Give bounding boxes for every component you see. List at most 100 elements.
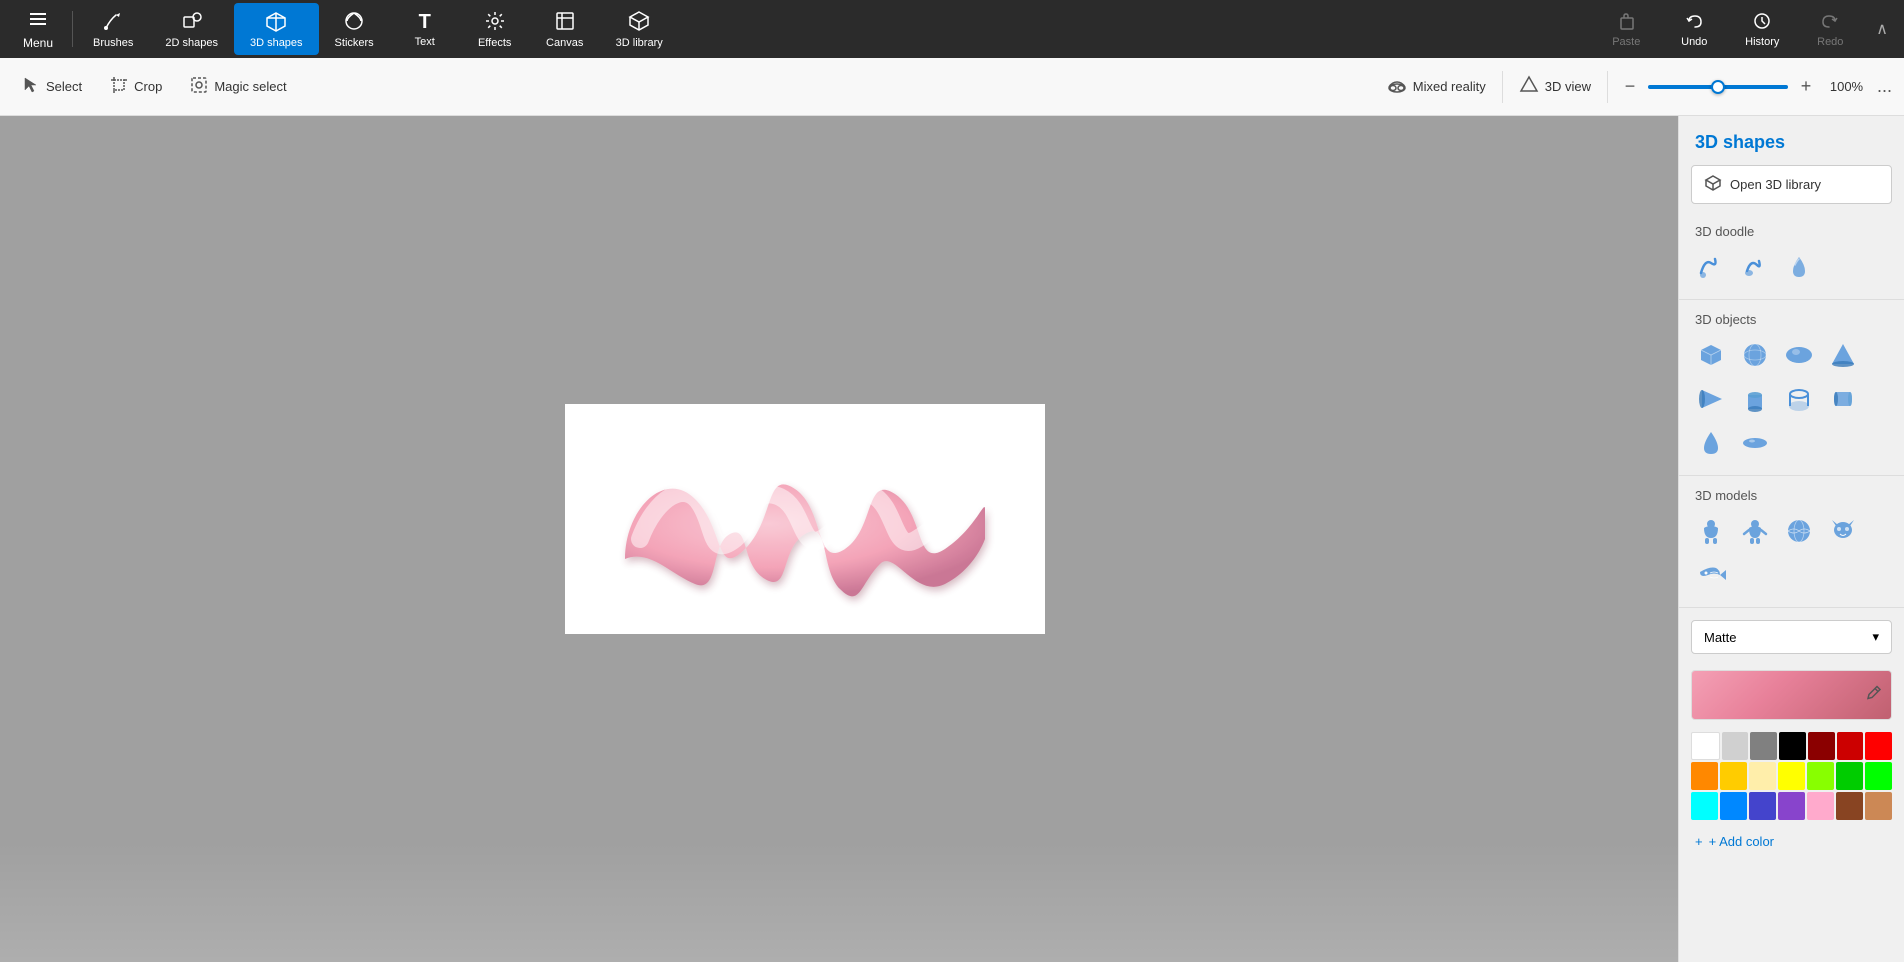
color-row-3 xyxy=(1691,792,1892,820)
doodle-shape-3[interactable] xyxy=(1779,247,1819,287)
color-white[interactable] xyxy=(1691,732,1720,760)
color-row-2 xyxy=(1691,762,1892,790)
objects-shapes-grid xyxy=(1679,331,1904,471)
select-icon xyxy=(22,76,40,97)
magic-select-tool[interactable]: Magic select xyxy=(176,65,300,109)
color-orange[interactable] xyxy=(1691,762,1718,790)
crop-tool[interactable]: Crop xyxy=(96,65,176,109)
object-drop[interactable] xyxy=(1691,423,1731,463)
toolbar-stickers[interactable]: Stickers xyxy=(319,3,390,55)
dropdown-icon: ▾ xyxy=(1872,629,1879,645)
library-icon xyxy=(1704,174,1722,195)
minimize-button[interactable]: ∧ xyxy=(1868,11,1896,47)
paste-icon xyxy=(1616,11,1636,34)
object-cube[interactable] xyxy=(1691,335,1731,375)
toolbar-text[interactable]: T Text xyxy=(390,3,460,55)
color-gray[interactable] xyxy=(1750,732,1777,760)
color-indigo[interactable] xyxy=(1749,792,1776,820)
add-color-icon: + xyxy=(1695,834,1703,849)
color-brightgreen[interactable] xyxy=(1865,762,1892,790)
add-color-button[interactable]: + + Add color xyxy=(1679,824,1904,859)
color-lightgray[interactable] xyxy=(1722,732,1749,760)
toolbar-3d-shapes[interactable]: 3D shapes xyxy=(234,3,319,55)
zoom-in-button[interactable]: + xyxy=(1792,73,1820,101)
panel-divider-2 xyxy=(1679,475,1904,476)
material-dropdown[interactable]: Matte ▾ xyxy=(1691,620,1892,654)
object-cylinder[interactable] xyxy=(1735,379,1775,419)
object-lens[interactable] xyxy=(1779,335,1819,375)
color-green[interactable] xyxy=(1836,762,1863,790)
object-cone-side[interactable] xyxy=(1691,379,1731,419)
sec-separator2 xyxy=(1502,71,1503,103)
mixed-reality-button[interactable]: Mixed reality xyxy=(1379,71,1494,102)
eyedropper-button[interactable] xyxy=(1865,684,1883,707)
object-cone-up[interactable] xyxy=(1823,335,1863,375)
object-disc[interactable] xyxy=(1735,423,1775,463)
text-icon: T xyxy=(419,11,431,34)
effects-icon xyxy=(484,10,506,35)
crop-icon xyxy=(110,76,128,97)
color-purple[interactable] xyxy=(1778,792,1805,820)
zoom-controls: − + 100% ... xyxy=(1616,72,1896,101)
model-fish[interactable] xyxy=(1691,555,1731,595)
canvas-area[interactable] xyxy=(0,116,1678,962)
redo-button[interactable]: Redo xyxy=(1800,7,1860,52)
doodle-section-label: 3D doodle xyxy=(1679,216,1904,243)
top-toolbar: Menu Brushes 2D shapes xyxy=(0,0,1904,58)
color-red[interactable] xyxy=(1837,732,1864,760)
toolbar-effects[interactable]: Effects xyxy=(460,3,530,55)
3d-view-button[interactable]: 3D view xyxy=(1511,71,1599,102)
color-brown[interactable] xyxy=(1836,792,1863,820)
paste-button[interactable]: Paste xyxy=(1596,7,1656,52)
undo-button[interactable]: Undo xyxy=(1664,7,1724,52)
color-pink[interactable] xyxy=(1807,792,1834,820)
model-person1[interactable] xyxy=(1691,511,1731,551)
objects-section-label: 3D objects xyxy=(1679,304,1904,331)
toolbar-3d-library[interactable]: 3D library xyxy=(600,3,679,55)
color-tan[interactable] xyxy=(1865,792,1892,820)
color-darkred[interactable] xyxy=(1808,732,1835,760)
color-yellow[interactable] xyxy=(1778,762,1805,790)
history-button[interactable]: History xyxy=(1732,7,1792,52)
stickers-icon xyxy=(343,10,365,35)
color-brightred[interactable] xyxy=(1865,732,1892,760)
3d-view-icon xyxy=(1519,75,1539,98)
canvas-icon xyxy=(554,10,576,35)
color-gold[interactable] xyxy=(1720,762,1747,790)
right-panel: 3D shapes Open 3D library 3D doodle xyxy=(1678,116,1904,962)
object-sphere[interactable] xyxy=(1735,335,1775,375)
model-globe[interactable] xyxy=(1779,511,1819,551)
magic-select-icon xyxy=(190,76,208,97)
model-cat[interactable] xyxy=(1823,511,1863,551)
models-shapes-grid xyxy=(1679,507,1904,603)
color-row-1 xyxy=(1691,732,1892,760)
toolbar-brushes[interactable]: Brushes xyxy=(77,3,149,55)
brushes-icon xyxy=(102,10,124,35)
color-lightyellow[interactable] xyxy=(1749,762,1776,790)
redo-icon xyxy=(1820,11,1840,34)
select-tool[interactable]: Select xyxy=(8,65,96,109)
more-options-button[interactable]: ... xyxy=(1873,72,1896,101)
doodle-shape-2[interactable] xyxy=(1735,247,1775,287)
zoom-slider[interactable] xyxy=(1648,85,1788,89)
toolbar-2d-shapes[interactable]: 2D shapes xyxy=(149,3,234,55)
open-3d-library-button[interactable]: Open 3D library xyxy=(1691,165,1892,204)
toolbar-separator xyxy=(72,11,73,47)
color-cyan[interactable] xyxy=(1691,792,1718,820)
model-person2[interactable] xyxy=(1735,511,1775,551)
floor-reflection xyxy=(0,842,1678,962)
zoom-out-button[interactable]: − xyxy=(1616,73,1644,101)
doodle-shape-1[interactable] xyxy=(1691,247,1731,287)
color-black[interactable] xyxy=(1779,732,1806,760)
drawing-canvas[interactable] xyxy=(565,404,1045,634)
color-swatch-preview[interactable] xyxy=(1691,670,1892,720)
menu-button[interactable]: Menu xyxy=(8,3,68,56)
color-lime[interactable] xyxy=(1807,762,1834,790)
toolbar-canvas[interactable]: Canvas xyxy=(530,3,600,55)
doodle-shapes-grid xyxy=(1679,243,1904,295)
history-icon xyxy=(1752,11,1772,34)
object-tube[interactable] xyxy=(1823,379,1863,419)
color-blue[interactable] xyxy=(1720,792,1747,820)
object-hollow-cylinder[interactable] xyxy=(1779,379,1819,419)
panel-title: 3D shapes xyxy=(1679,116,1904,161)
